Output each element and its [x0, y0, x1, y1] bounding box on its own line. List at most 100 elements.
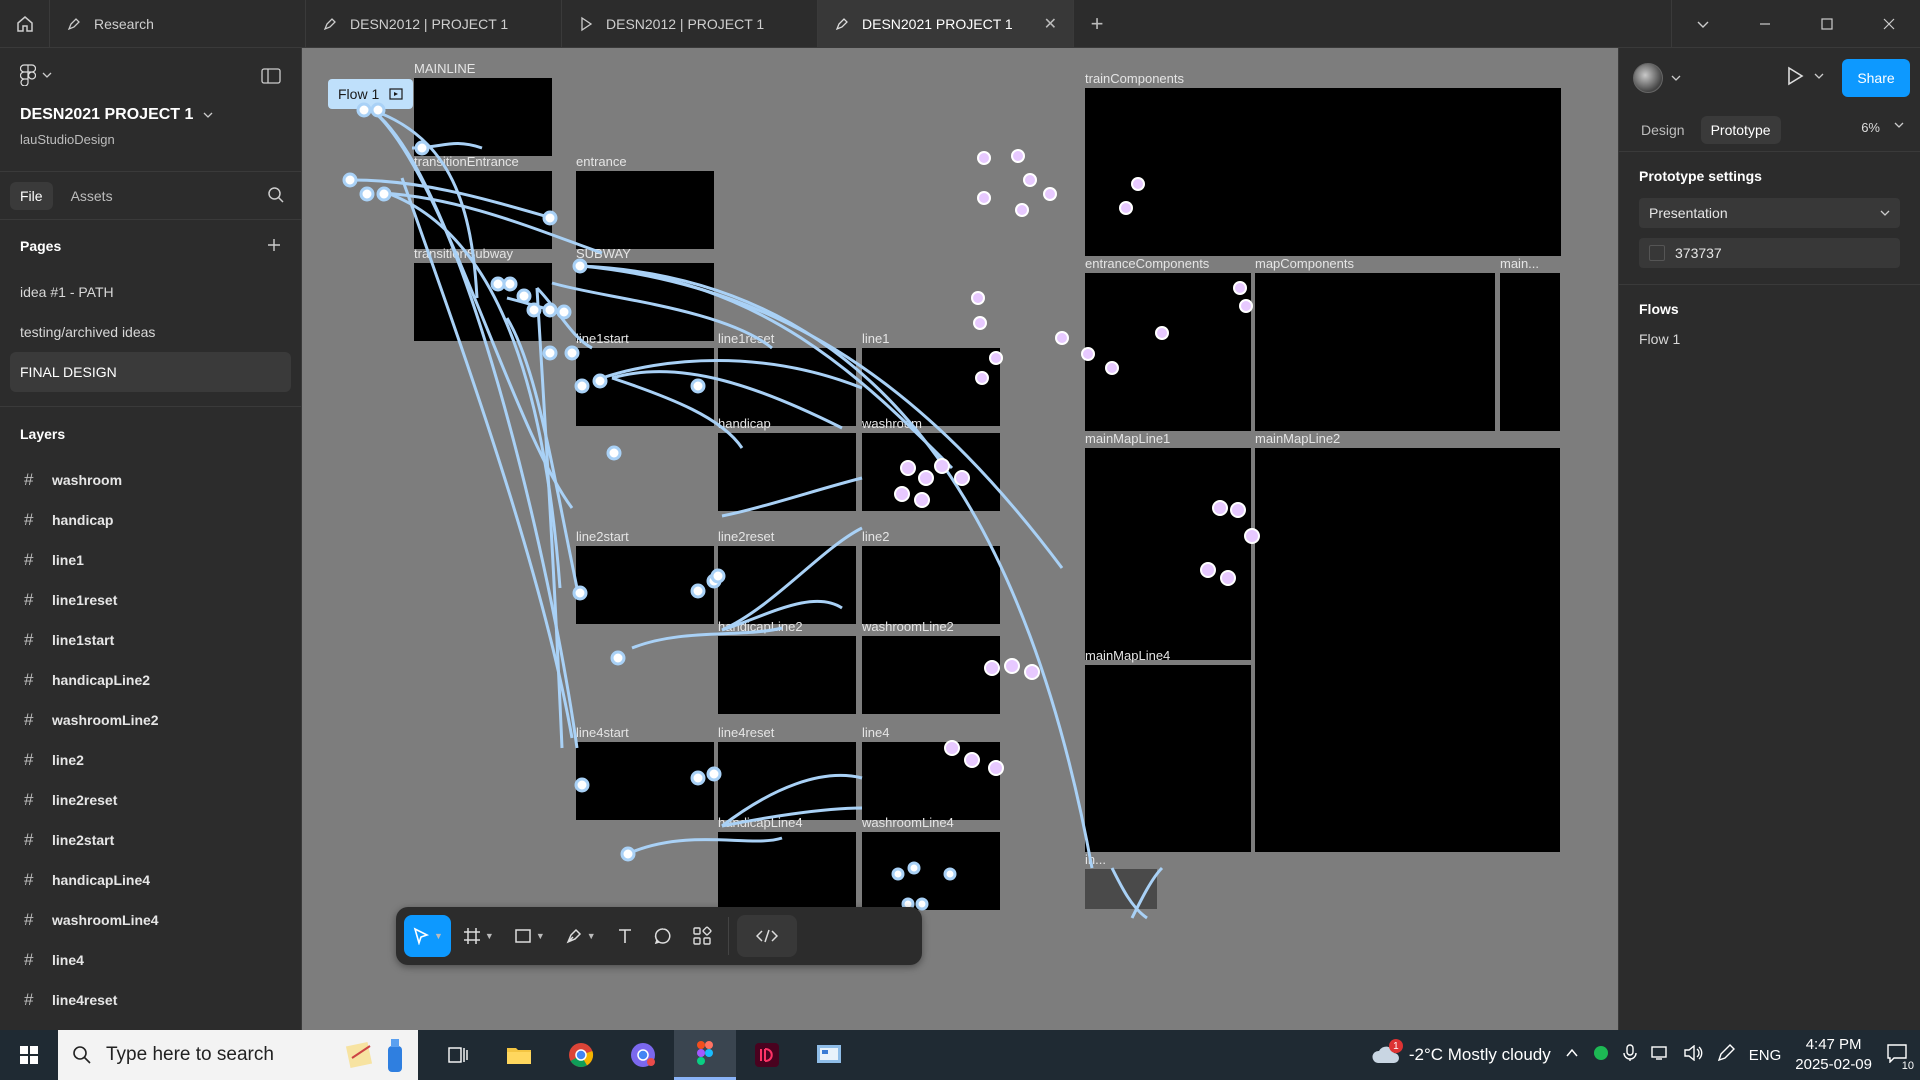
main-menu-button[interactable]: [20, 64, 281, 86]
weather-widget[interactable]: 1 -2°C Mostly cloudy: [1371, 1039, 1551, 1067]
tab-desn2012-prototype[interactable]: DESN2012 | PROJECT 1: [562, 0, 818, 47]
language-indicator[interactable]: ENG: [1749, 1047, 1782, 1064]
layer-item[interactable]: # handicapLine4: [0, 860, 301, 900]
control-panel-icon: [817, 1045, 841, 1063]
new-tab-button[interactable]: +: [1074, 0, 1120, 47]
microphone-icon: [1623, 1043, 1637, 1061]
weather-badge: 1: [1388, 1039, 1403, 1053]
notification-center-button[interactable]: 10: [1886, 1043, 1914, 1072]
tabs-dropdown-button[interactable]: [1672, 0, 1734, 47]
avatar[interactable]: [1633, 63, 1663, 93]
network-tray-icon[interactable]: [1651, 1045, 1669, 1066]
share-button[interactable]: Share: [1842, 59, 1910, 97]
file-explorer-button[interactable]: [488, 1030, 550, 1080]
tab-prototype[interactable]: Prototype: [1700, 115, 1781, 144]
page-item-active[interactable]: FINAL DESIGN: [10, 352, 291, 392]
bottle-illustration-icon: [388, 1039, 402, 1072]
team-name[interactable]: lauStudioDesign: [20, 132, 281, 147]
chevron-down-icon[interactable]: ▼: [587, 931, 596, 941]
chrome-button[interactable]: [550, 1030, 612, 1080]
zoom-dropdown[interactable]: 6%: [1861, 120, 1904, 135]
design-canvas[interactable]: Flow 1 MAINLINE transitionEntrance entra…: [302, 48, 1618, 1030]
layer-item[interactable]: # line4: [0, 940, 301, 980]
tab-label: DESN2021 PROJECT 1: [862, 15, 1013, 32]
spotify-tray-icon[interactable]: [1593, 1045, 1609, 1066]
layer-item[interactable]: # washroomLine4: [0, 900, 301, 940]
chevron-down-icon[interactable]: ▼: [434, 931, 443, 941]
bottom-toolbar: ▼ ▼ ▼ ▼: [396, 907, 922, 965]
flows-section: Flows Flow 1: [1619, 285, 1920, 363]
frame-tool[interactable]: ▼: [455, 915, 502, 957]
spotify-icon: [1593, 1045, 1608, 1060]
pen-tool[interactable]: ▼: [557, 915, 604, 957]
device-select[interactable]: Presentation: [1639, 198, 1900, 228]
chevron-down-icon: [42, 72, 52, 78]
tab-file[interactable]: File: [10, 181, 53, 210]
layer-item[interactable]: # handicapLine2: [0, 660, 301, 700]
tab-label: DESN2012 | PROJECT 1: [350, 15, 509, 32]
layer-item[interactable]: # line1: [0, 540, 301, 580]
tab-assets[interactable]: Assets: [61, 182, 123, 210]
tab-desn2021-active[interactable]: DESN2021 PROJECT 1 ✕: [818, 0, 1074, 47]
chevron-down-icon[interactable]: ▼: [485, 931, 494, 941]
layer-item[interactable]: # line4reset: [0, 980, 301, 1020]
background-color-field[interactable]: 373737: [1639, 238, 1900, 268]
microphone-tray-icon[interactable]: [1623, 1043, 1637, 1067]
show-hidden-icons[interactable]: [1565, 1045, 1579, 1065]
figma-app-button[interactable]: [674, 1030, 736, 1080]
taskbar-search[interactable]: Type here to search: [58, 1030, 418, 1080]
layer-item[interactable]: # line2: [0, 740, 301, 780]
dev-mode-toggle[interactable]: [736, 915, 797, 957]
file-title-text: DESN2021 PROJECT 1: [20, 106, 194, 123]
move-tool[interactable]: ▼: [404, 915, 451, 957]
add-page-button[interactable]: [267, 238, 281, 255]
home-button[interactable]: [0, 0, 50, 47]
page-item[interactable]: testing/archived ideas: [0, 312, 301, 352]
layer-item[interactable]: # washroomLine2: [0, 700, 301, 740]
maximize-button[interactable]: [1796, 0, 1858, 47]
flow-item[interactable]: Flow 1: [1639, 331, 1900, 347]
device-select-value: Presentation: [1649, 205, 1728, 221]
right-panel: Share Design Prototype 6% Prototype sett…: [1618, 48, 1920, 1030]
frame-icon: [463, 928, 480, 944]
color-swatch[interactable]: [1649, 245, 1665, 261]
pen-tray-icon[interactable]: [1717, 1043, 1735, 1067]
tab-design[interactable]: Design: [1631, 116, 1695, 144]
minimize-button[interactable]: [1734, 0, 1796, 47]
layer-item[interactable]: # handicap: [0, 500, 301, 540]
frame-icon: #: [24, 670, 34, 689]
actions-tool[interactable]: [684, 915, 720, 957]
comment-tool[interactable]: [646, 915, 680, 957]
control-panel-button[interactable]: [798, 1030, 860, 1080]
toggle-sidebar-button[interactable]: [261, 68, 281, 89]
layer-item[interactable]: # line1start: [0, 620, 301, 660]
volume-tray-icon[interactable]: [1683, 1044, 1703, 1066]
chevron-down-icon[interactable]: [1671, 73, 1681, 83]
start-button[interactable]: [0, 1030, 58, 1080]
present-button[interactable]: [1786, 66, 1824, 86]
close-tab-icon[interactable]: ✕: [1044, 14, 1057, 34]
chrome-profile-icon: [631, 1043, 655, 1067]
tab-desn2012-design[interactable]: DESN2012 | PROJECT 1: [306, 0, 562, 47]
layer-item[interactable]: # line1reset: [0, 580, 301, 620]
indesign-button[interactable]: [736, 1030, 798, 1080]
tab-research[interactable]: Research: [50, 0, 306, 47]
layer-item[interactable]: # washroom: [0, 460, 301, 500]
layer-item[interactable]: # line2reset: [0, 780, 301, 820]
plus-icon: [268, 238, 280, 251]
layer-item[interactable]: # line2start: [0, 820, 301, 860]
shape-tool[interactable]: ▼: [506, 915, 553, 957]
task-view-button[interactable]: [426, 1030, 488, 1080]
search-icon: [268, 187, 284, 203]
text-tool[interactable]: [608, 915, 642, 957]
pages-header: Pages: [0, 220, 301, 272]
close-window-button[interactable]: [1858, 0, 1920, 47]
file-title[interactable]: DESN2021 PROJECT 1: [20, 106, 281, 124]
chrome-profile-button[interactable]: [612, 1030, 674, 1080]
page-item[interactable]: idea #1 - PATH: [0, 272, 301, 312]
search-layers-button[interactable]: [267, 186, 285, 209]
layer-item[interactable]: #line4start: [0, 1020, 301, 1030]
clock[interactable]: 4:47 PM 2025-02-09: [1795, 1035, 1872, 1075]
chevron-down-icon[interactable]: ▼: [536, 931, 545, 941]
chrome-icon: [569, 1043, 594, 1068]
